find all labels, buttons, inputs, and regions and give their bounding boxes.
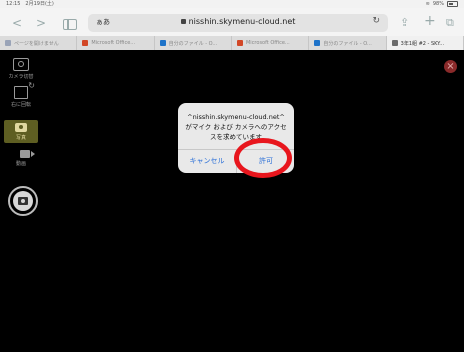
photo-mode-button[interactable]: 写真 — [4, 120, 38, 143]
battery-percent: 98% — [432, 1, 444, 7]
tab-0[interactable]: ページを開けません — [0, 36, 78, 50]
tab-favicon-icon — [82, 40, 89, 46]
camera-icon — [18, 197, 28, 205]
tab-bar: ページを開けません Microsoft Office... 自分のファイル - … — [0, 36, 464, 50]
status-time-date: 12:15 2月19日(土) — [6, 1, 54, 7]
tab-label: Microsoft Office... — [245, 40, 290, 46]
tab-favicon-icon — [159, 40, 166, 46]
video-mode-button[interactable]: 動画 — [4, 150, 38, 167]
tab-label: 自分のファイル - O... — [323, 40, 372, 47]
tab-favicon-icon — [314, 40, 321, 46]
switch-camera-label: カメラ切替 — [8, 74, 34, 80]
wifi-icon: ≋ — [425, 1, 430, 7]
share-icon[interactable]: ⇪ — [400, 16, 409, 29]
tab-5-active[interactable]: 3年1組 #2 - SKY... — [386, 36, 464, 50]
tab-4[interactable]: 自分のファイル - O... — [309, 36, 387, 50]
video-icon — [20, 150, 35, 158]
video-label: 動画 — [15, 161, 26, 167]
tab-1[interactable]: Microsoft Office... — [77, 36, 155, 50]
reload-icon[interactable]: ↻ — [372, 16, 380, 26]
address-bar[interactable]: ぁあ nisshin.skymenu-cloud.net ↻ — [88, 14, 388, 32]
battery-icon — [447, 1, 458, 7]
shutter-button[interactable] — [8, 186, 38, 216]
shutter-inner — [13, 191, 33, 211]
switch-camera-button[interactable]: カメラ切替 — [4, 58, 38, 80]
browser-toolbar: < > ぁあ nisshin.skymenu-cloud.net ↻ ⇪ + ⧉ — [0, 8, 464, 36]
back-icon[interactable]: < — [12, 17, 22, 29]
tab-favicon-icon — [391, 40, 398, 46]
status-right: ≋ 98% — [426, 0, 458, 8]
close-icon[interactable]: × — [444, 60, 457, 73]
forward-icon[interactable]: > — [36, 17, 46, 29]
cancel-button[interactable]: キャンセル — [178, 149, 236, 173]
photo-icon — [15, 123, 27, 132]
tab-overview-icon[interactable]: ⧉ — [446, 16, 454, 30]
url-text: nisshin.skymenu-cloud.net — [188, 17, 296, 26]
tab-label: Microsoft Office... — [91, 40, 136, 46]
dialog-message: ^nisshin.skymenu-cloud.net^がマイク および カメラへ… — [185, 113, 287, 141]
sidebar-toggle-icon[interactable] — [63, 19, 77, 30]
tab-3[interactable]: Microsoft Office... — [232, 36, 310, 50]
tab-favicon-icon — [5, 40, 11, 46]
rotate-right-button[interactable]: 右に回転 — [4, 81, 38, 108]
new-tab-icon[interactable]: + — [424, 13, 436, 29]
rotate-icon — [14, 81, 35, 99]
tab-label: ページを開けません — [14, 40, 59, 47]
tab-favicon-icon — [236, 40, 243, 46]
camera-app: カメラ切替 右に回転 写真 動画 × — [0, 50, 464, 352]
url-display[interactable]: nisshin.skymenu-cloud.net — [88, 17, 388, 26]
tab-label: 3年1組 #2 - SKY... — [400, 40, 445, 47]
tab-label: 自分のファイル - O... — [168, 40, 218, 47]
photo-label: 写真 — [15, 135, 26, 141]
status-bar: 12:15 2月19日(土) ≋ 98% — [0, 0, 464, 8]
rotate-right-label: 右に回転 — [10, 102, 31, 108]
tab-2[interactable]: 自分のファイル - O... — [155, 36, 232, 50]
lock-icon — [180, 19, 186, 24]
highlight-circle-annotation — [234, 138, 292, 178]
switch-camera-icon — [13, 58, 29, 71]
